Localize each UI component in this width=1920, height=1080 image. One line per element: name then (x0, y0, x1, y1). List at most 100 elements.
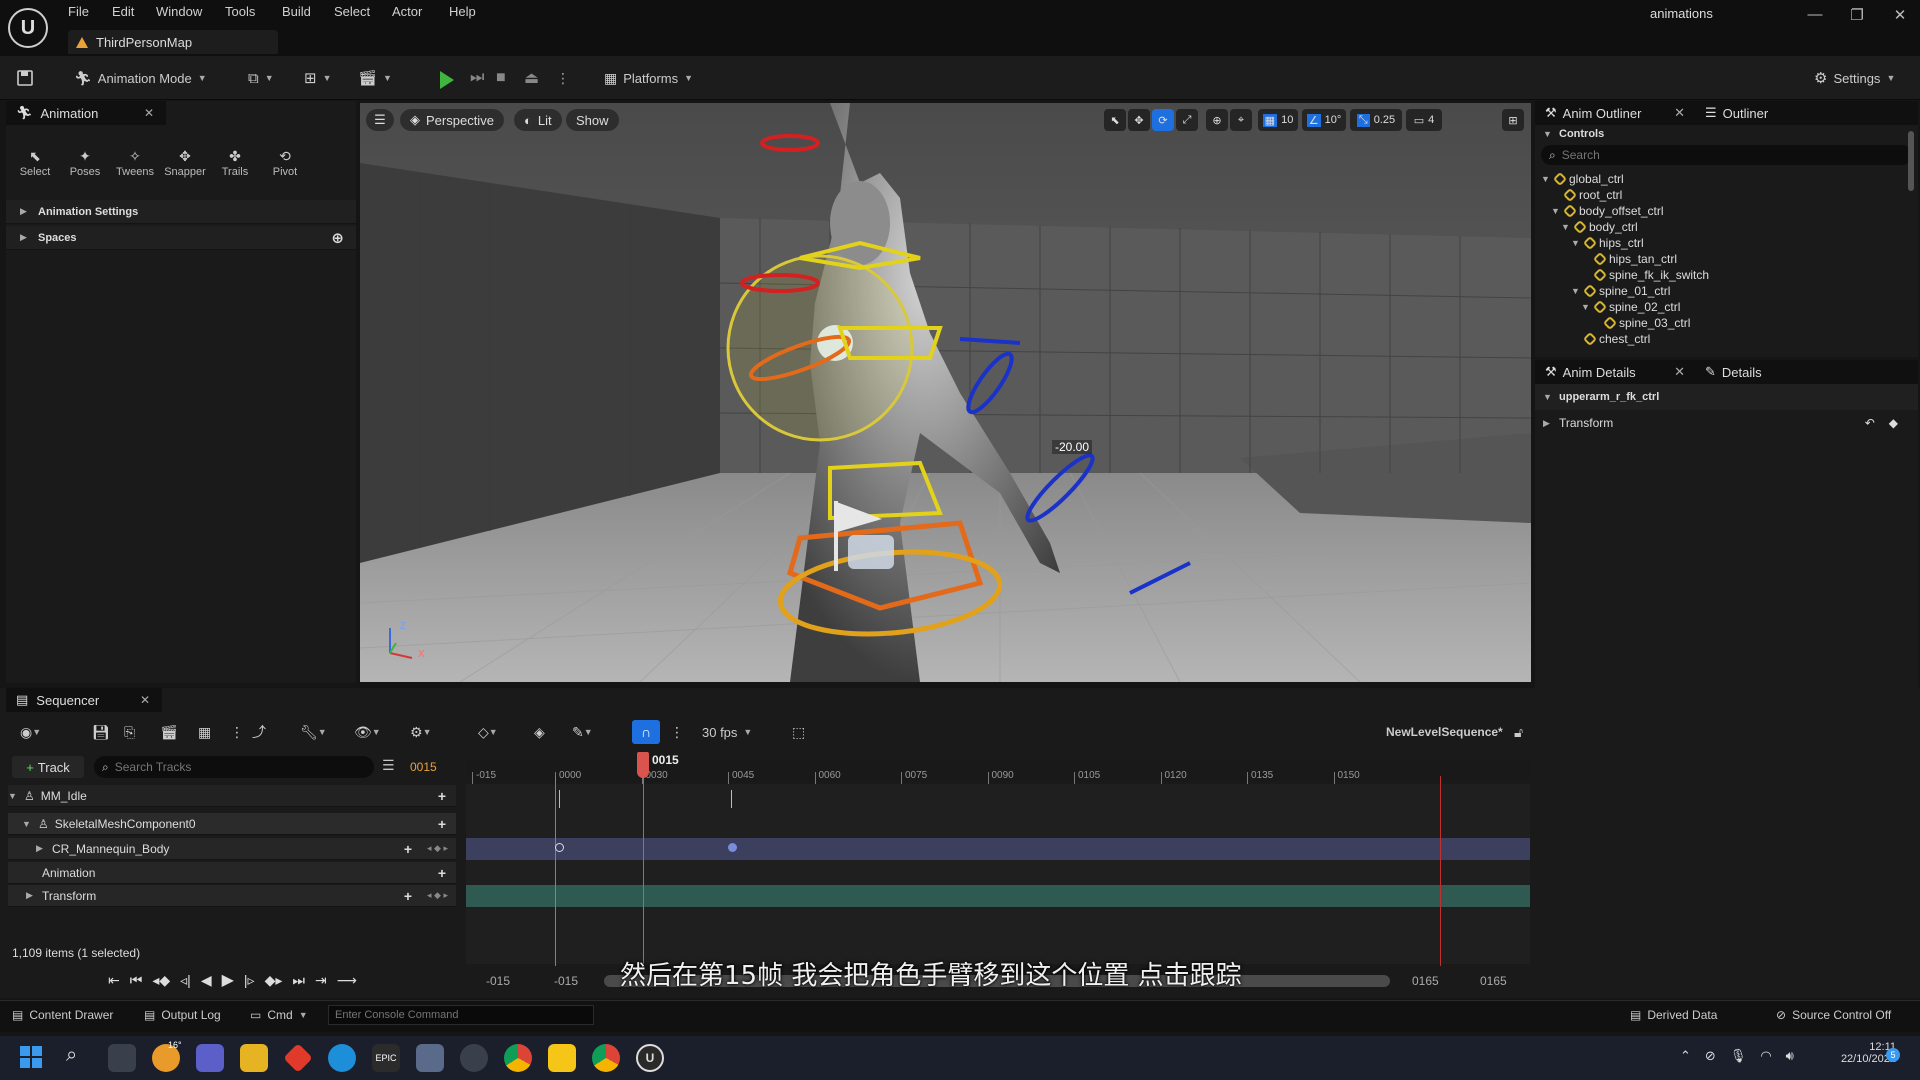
jump-to-end-icon[interactable]: ⏭ (292, 972, 305, 989)
task-view-icon[interactable] (108, 1044, 136, 1072)
set-start-icon[interactable]: ⇤ (108, 972, 120, 989)
auto-key-icon[interactable]: ◈ (534, 720, 545, 744)
select-mode-icon[interactable]: ⬉ (1104, 109, 1126, 131)
perspective-button[interactable]: ◈ Perspective (400, 109, 504, 131)
search-icon[interactable]: ⌕ (66, 1044, 77, 1067)
show-button[interactable]: Show (566, 109, 619, 131)
selected-control-row[interactable]: ▼ upperarm_r_fk_ctrl (1535, 384, 1918, 410)
tray-expand-icon[interactable]: ⌃ (1680, 1048, 1691, 1064)
playhead-line[interactable] (643, 752, 644, 964)
tool-poses[interactable]: ✦ Poses (60, 148, 110, 178)
track-row[interactable]: ▶ Transform + ◂ ◆ ▸ (8, 885, 456, 907)
keyframe[interactable] (728, 843, 737, 852)
menu-file[interactable]: File (68, 4, 89, 22)
add-icon[interactable]: + (438, 788, 446, 804)
menu-actor[interactable]: Actor (392, 4, 422, 22)
cr-mannequin-section[interactable] (466, 838, 1530, 860)
transform-section[interactable] (466, 885, 1530, 907)
world-dropdown[interactable]: ◉ ▼ (20, 720, 41, 744)
track-row[interactable]: ▼ ♙ MM_Idle + (8, 785, 456, 807)
edit-dropdown[interactable]: ✎ ▼ (572, 720, 593, 744)
close-tab-icon[interactable]: ✕ (140, 693, 150, 707)
track-row[interactable]: ▶ CR_Mannequin_Body + ◂ ◆ ▸ (8, 838, 456, 860)
add-track-button[interactable]: + Track (12, 756, 84, 778)
map-tab[interactable]: ThirdPersonMap (68, 30, 278, 54)
tool-select[interactable]: ⬉ Select (10, 148, 60, 178)
camera-off-icon[interactable]: ⊘ (1705, 1048, 1716, 1064)
world-space-icon[interactable]: ⊕ (1206, 109, 1228, 131)
range-end-b[interactable]: 0165 (1480, 974, 1507, 988)
surface-snap-icon[interactable]: ⌖ (1230, 109, 1252, 131)
play-icon[interactable]: ▶ (222, 970, 234, 990)
curve-editor-icon[interactable]: ⬚ (792, 720, 805, 744)
animation-tab[interactable]: 🏃︎ Animation ✕ (6, 101, 166, 125)
step-back-icon[interactable]: ◃| (180, 972, 191, 989)
current-frame-field[interactable]: 0015 (410, 760, 437, 774)
menu-select[interactable]: Select (334, 4, 370, 22)
range-start-a[interactable]: -015 (486, 974, 510, 988)
set-end-icon[interactable]: ⇥ (315, 972, 327, 989)
close-tab-icon[interactable]: ✕ (144, 106, 154, 120)
outliner-item[interactable]: spine_03_ctrl (1541, 315, 1918, 331)
outliner-tab[interactable]: ☰ Outliner (1705, 105, 1768, 121)
snap-options-icon[interactable]: ⋮ (670, 720, 684, 744)
grid-snap-button[interactable]: ▦ 10 (1258, 109, 1298, 131)
teams-icon[interactable] (196, 1044, 224, 1072)
wifi-icon[interactable]: ◠ (1760, 1048, 1771, 1064)
scale-snap-button[interactable]: ⤡ 0.25 (1350, 109, 1402, 131)
menu-window[interactable]: Window (156, 4, 202, 22)
play-button[interactable] (440, 66, 454, 94)
windows-start-icon[interactable] (20, 1046, 42, 1068)
keyframe[interactable] (555, 843, 564, 852)
save-icon[interactable] (16, 64, 34, 92)
blueprint-button[interactable]: ⊞ ▼ (304, 64, 332, 92)
close-tab-icon[interactable]: ✕ (1674, 105, 1685, 121)
camera-cut-icon[interactable]: ▦ (198, 720, 211, 744)
transform-row[interactable]: ▶ Transform ↶ ◆ (1535, 410, 1918, 436)
timeline-area[interactable] (466, 784, 1530, 964)
actions-icon[interactable]: ⤴ (252, 720, 266, 744)
outliner-search[interactable]: ⌕ (1541, 145, 1912, 165)
outliner-item[interactable]: hips_tan_ctrl (1541, 251, 1918, 267)
previous-key-icon[interactable]: ◂◆ (152, 972, 170, 989)
chrome-profile-icon[interactable] (592, 1044, 620, 1072)
sticky-notes-icon[interactable] (548, 1044, 576, 1072)
track-row[interactable]: Animation + (8, 862, 456, 884)
tool-pivot[interactable]: ⟲ Pivot (260, 148, 310, 178)
unreal-engine-taskbar-icon[interactable]: U (636, 1044, 664, 1072)
outliner-scrollbar[interactable] (1908, 131, 1914, 191)
content-drawer-button[interactable]: ▤ Content Drawer (12, 1008, 113, 1022)
platforms-dropdown[interactable]: ▦ Platforms ▼ (604, 64, 693, 92)
lock-icon[interactable]: 🔓︎ (1514, 720, 1523, 744)
outliner-item[interactable]: ▼ body_ctrl (1541, 219, 1918, 235)
outliner-item[interactable]: ▼ body_offset_ctrl (1541, 203, 1918, 219)
source-control-button[interactable]: ⊘ Source Control Off (1776, 1008, 1891, 1022)
rotate-icon[interactable]: ⟳ (1152, 109, 1174, 131)
track-row[interactable]: ▼ ♙ SkeletalMeshComponent0 + (8, 813, 456, 835)
add-space-icon[interactable]: ⊕ (331, 229, 344, 247)
tools-dropdown[interactable]: 🔧︎ ▼ (300, 720, 327, 744)
play-options-icon[interactable]: ⋮ (556, 64, 570, 92)
filter-icon[interactable]: ☰ (382, 757, 395, 774)
outliner-item[interactable]: ▼ hips_ctrl (1541, 235, 1918, 251)
menu-build[interactable]: Build (282, 4, 311, 22)
output-log-button[interactable]: ▤ Output Log (144, 1008, 221, 1022)
controls-section[interactable]: ▼ Controls (1535, 125, 1918, 143)
derived-data-button[interactable]: ▤ Derived Data (1630, 1008, 1717, 1022)
console-input[interactable] (328, 1005, 594, 1025)
view-dropdown[interactable]: 👁︎ ▼ (354, 720, 381, 744)
add-actor-button[interactable]: ⧉ ▼ (248, 64, 274, 92)
track-search-input[interactable] (114, 760, 355, 774)
anim-details-tab[interactable]: ⚒ Anim Details ✕ (1545, 364, 1685, 380)
key-nav-icon[interactable]: ◂ ◆ ▸ (427, 890, 448, 901)
section-animation-settings[interactable]: ▶ Animation Settings (6, 200, 356, 224)
add-icon[interactable]: + (438, 816, 446, 832)
restore-icon[interactable]: ❐ (1845, 6, 1869, 26)
file-explorer-icon[interactable] (240, 1044, 268, 1072)
console-command-input[interactable] (329, 1006, 579, 1024)
animation-mode-dropdown[interactable]: 🏃︎ Animation Mode ▼ (74, 64, 207, 92)
level-viewport[interactable]: Z X -20.00 ☰ ◈ Perspective ◐ Lit Show ⬉ ✥ … (360, 103, 1531, 682)
close-tab-icon[interactable]: ✕ (1674, 364, 1685, 380)
viewport-layout-icon[interactable]: ⊞ (1502, 109, 1524, 131)
playhead-handle[interactable] (637, 752, 649, 778)
